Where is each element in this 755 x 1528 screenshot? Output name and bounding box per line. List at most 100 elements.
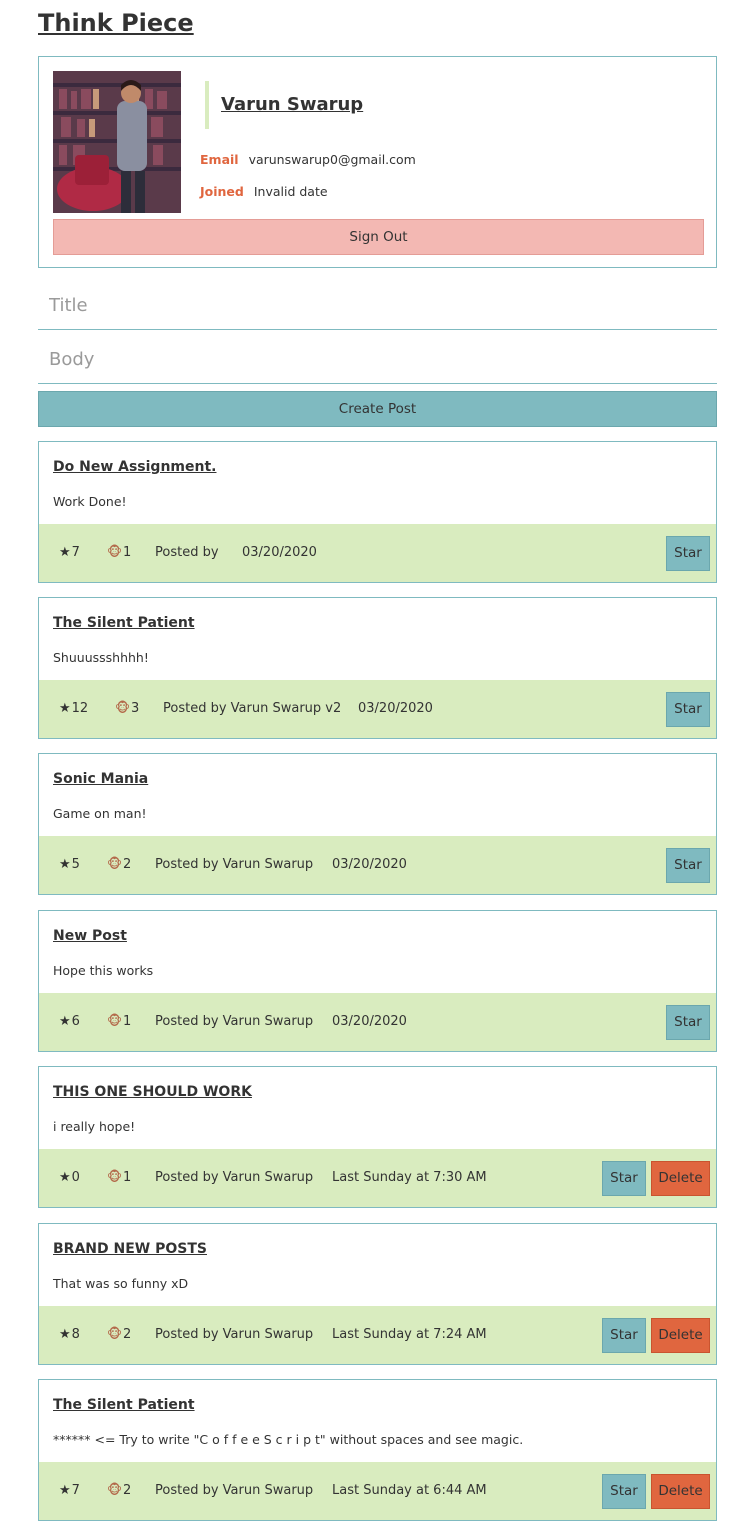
comment-count-value: 2 [123, 1327, 132, 1342]
post-date: 03/20/2020 [242, 545, 317, 560]
post-card: The Silent Patient Shuuussshhhh! ★12 🐵3 Post… [38, 597, 717, 739]
post-title[interactable]: Do New Assignment. [53, 456, 216, 478]
post-date: Last Sunday at 6:44 AM [332, 1483, 487, 1498]
posted-by: Posted by Varun Swarup [155, 1170, 314, 1185]
monkey-icon: 🐵 [107, 1014, 123, 1029]
star-count: ★7 [59, 524, 80, 582]
star-button[interactable]: Star [602, 1161, 646, 1196]
email-value: varunswarup0@gmail.com [248, 152, 416, 167]
comment-count-value: 1 [123, 1170, 132, 1185]
star-icon: ★ [59, 857, 71, 872]
star-count-value: 6 [71, 1014, 80, 1029]
post-title[interactable]: BRAND NEW POSTS [53, 1238, 207, 1260]
post-footer: ★8 🐵2 Posted by Varun Swarup Last Sunday at… [39, 1306, 716, 1364]
star-count-value: 7 [71, 545, 80, 560]
delete-button[interactable]: Delete [651, 1474, 710, 1509]
comment-count: 🐵1 [107, 524, 131, 582]
post-footer: ★6 🐵1 Posted by Varun Swarup 03/20/2020 Star [39, 993, 716, 1051]
star-button[interactable]: Star [602, 1318, 646, 1353]
post-footer: ★7 🐵1 Posted by 03/20/2020 Star [39, 524, 716, 582]
post-body: i really hope! [53, 1119, 136, 1134]
comment-count-value: 2 [123, 857, 132, 872]
post-card: Do New Assignment. Work Done! ★7 🐵1 Posted b… [38, 441, 717, 583]
monkey-icon: 🐵 [115, 701, 131, 716]
post-card: BRAND NEW POSTS That was so funny xD ★8 🐵2 P… [38, 1223, 717, 1365]
avatar-photo [53, 71, 181, 213]
post-body: Shuuussshhhh! [53, 650, 149, 665]
sign-out-button[interactable]: Sign Out [53, 219, 704, 255]
joined-label: Joined [200, 184, 244, 199]
delete-button[interactable]: Delete [651, 1318, 710, 1353]
post-date: 03/20/2020 [358, 701, 433, 716]
post-title[interactable]: The Silent Patient [53, 612, 195, 634]
comment-count-value: 2 [123, 1483, 132, 1498]
comment-count-value: 1 [123, 545, 132, 560]
post-card: Sonic Mania Game on man! ★5 🐵2 Posted by Var… [38, 753, 717, 895]
comment-count: 🐵3 [115, 680, 139, 738]
post-body: Work Done! [53, 494, 127, 509]
monkey-icon: 🐵 [107, 1170, 123, 1185]
star-count: ★6 [59, 993, 80, 1051]
star-button[interactable]: Star [666, 692, 710, 727]
post-date: Last Sunday at 7:30 AM [332, 1170, 487, 1185]
user-joined-row: Joined Invalid date [200, 184, 328, 199]
posted-by: Posted by Varun Swarup v2 [163, 701, 342, 716]
post-title[interactable]: The Silent Patient [53, 1394, 195, 1416]
star-button[interactable]: Star [666, 848, 710, 883]
star-icon: ★ [59, 1483, 71, 1498]
posted-by: Posted by Varun Swarup [155, 857, 314, 872]
star-icon: ★ [59, 545, 71, 560]
email-label: Email [200, 152, 239, 167]
comment-count: 🐵2 [107, 1306, 131, 1364]
comment-count: 🐵2 [107, 1462, 131, 1520]
star-count: ★12 [59, 680, 88, 738]
joined-value: Invalid date [253, 184, 328, 199]
comment-count-value: 3 [131, 701, 140, 716]
posted-by: Posted by Varun Swarup [155, 1014, 314, 1029]
star-count-value: 8 [71, 1327, 80, 1342]
post-footer: ★12 🐵3 Posted by Varun Swarup v2 03/20/2020… [39, 680, 716, 738]
star-count-value: 7 [71, 1483, 80, 1498]
star-count-value: 12 [71, 701, 89, 716]
title-input[interactable] [38, 282, 717, 330]
monkey-icon: 🐵 [107, 1327, 123, 1342]
user-profile-card: Varun Swarup Email varunswarup0@gmail.co… [38, 56, 717, 268]
post-body: Hope this works [53, 963, 154, 978]
star-icon: ★ [59, 1170, 71, 1185]
user-email-row: Email varunswarup0@gmail.com [200, 152, 416, 167]
monkey-icon: 🐵 [107, 857, 123, 872]
star-button[interactable]: Star [666, 1005, 710, 1040]
posted-by: Posted by Varun Swarup [155, 1483, 314, 1498]
star-count-value: 0 [71, 1170, 80, 1185]
post-date: Last Sunday at 7:24 AM [332, 1327, 487, 1342]
monkey-icon: 🐵 [107, 545, 123, 560]
post-title[interactable]: New Post [53, 925, 127, 947]
post-date: 03/20/2020 [332, 1014, 407, 1029]
star-icon: ★ [59, 701, 71, 716]
delete-button[interactable]: Delete [651, 1161, 710, 1196]
post-footer: ★0 🐵1 Posted by Varun Swarup Last Sunday at… [39, 1149, 716, 1207]
star-count: ★0 [59, 1149, 80, 1207]
post-title[interactable]: THIS ONE SHOULD WORK [53, 1081, 252, 1103]
post-card: THIS ONE SHOULD WORK i really hope! ★0 🐵1 Po… [38, 1066, 717, 1208]
star-button[interactable]: Star [602, 1474, 646, 1509]
monkey-icon: 🐵 [107, 1483, 123, 1498]
post-body: ****** <= Try to write "C o f f e e S c … [53, 1432, 524, 1447]
posted-by: Posted by [155, 545, 219, 560]
post-footer: ★7 🐵2 Posted by Varun Swarup Last Sunday at… [39, 1462, 716, 1520]
avatar [53, 71, 181, 213]
star-button[interactable]: Star [666, 536, 710, 571]
post-footer: ★5 🐵2 Posted by Varun Swarup 03/20/2020 Star [39, 836, 716, 894]
post-body: Game on man! [53, 806, 147, 821]
star-icon: ★ [59, 1014, 71, 1029]
post-date: 03/20/2020 [332, 857, 407, 872]
post-title[interactable]: Sonic Mania [53, 768, 148, 790]
user-name: Varun Swarup [221, 94, 364, 115]
post-card: New Post Hope this works ★6 🐵1 Posted by Var… [38, 910, 717, 1052]
body-input[interactable] [38, 336, 717, 384]
posted-by: Posted by Varun Swarup [155, 1327, 314, 1342]
post-body: That was so funny xD [53, 1276, 189, 1291]
comment-count-value: 1 [123, 1014, 132, 1029]
create-post-button[interactable]: Create Post [38, 391, 717, 427]
comment-count: 🐵1 [107, 1149, 131, 1207]
